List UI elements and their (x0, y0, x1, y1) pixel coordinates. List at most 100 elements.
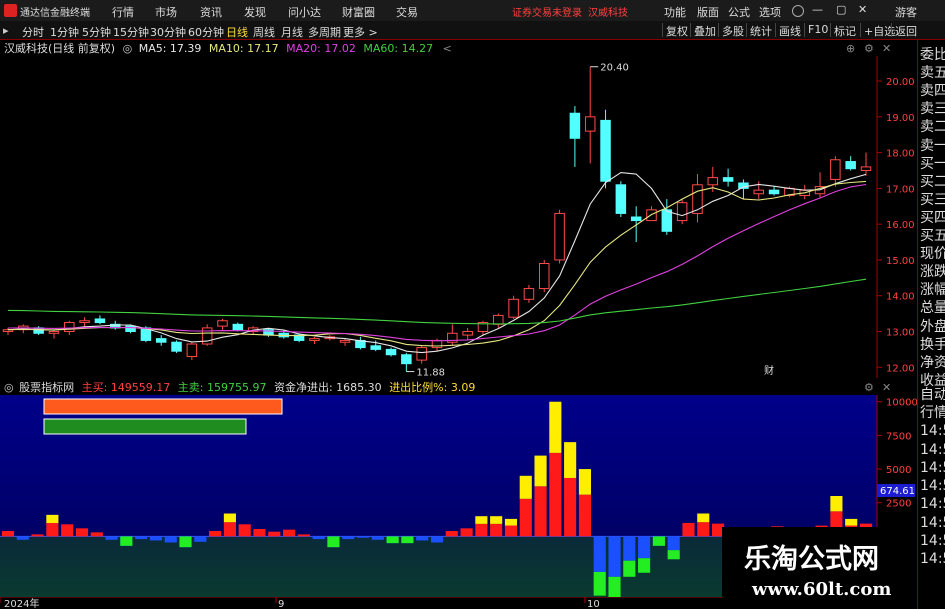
quote-panel-item[interactable]: 换手 (920, 336, 945, 354)
quote-panel-item[interactable]: 卖一 (920, 137, 945, 155)
minimize-icon[interactable]: — (812, 3, 823, 16)
quote-panel-item[interactable]: 14:50 (920, 422, 945, 440)
period-tab-15min[interactable]: 15分钟 (113, 24, 149, 40)
indicator-settings2-icon[interactable]: ⚙ (864, 381, 874, 394)
button-overlay[interactable]: 叠加 (690, 23, 719, 38)
quote-panel-item[interactable]: 买一 (920, 155, 945, 173)
flow-bar-cap (475, 516, 488, 524)
flow-bar (283, 529, 296, 537)
period-tab-intraday[interactable]: 分时 (22, 24, 44, 40)
quote-panel-item[interactable]: 自动 (920, 386, 945, 404)
quote-panel-item[interactable]: 卖五 (920, 64, 945, 82)
quote-panel-item[interactable]: 14:50 (920, 459, 945, 477)
quote-panel-item[interactable]: 行情 (920, 404, 945, 422)
quote-panel-item[interactable]: 买二 (920, 173, 945, 191)
settings-icon[interactable]: ◎ (123, 42, 133, 55)
menu-market-quotes[interactable]: 行情 (112, 4, 134, 20)
ma20-line (7, 183, 867, 342)
period-tab-30min[interactable]: 30分钟 (150, 24, 186, 40)
menu-news[interactable]: 资讯 (200, 4, 222, 20)
ma5-label: MA5: 17.39 (138, 42, 202, 55)
watermark: 乐淘公式网 www.60lt.com (722, 527, 917, 609)
close-icon[interactable]: ✕ (858, 3, 867, 16)
period-tab-1min[interactable]: 1分钟 (50, 24, 79, 40)
flow-bar-cap (504, 518, 518, 526)
y-tick-label: 15.00 (886, 256, 915, 267)
candle-body (217, 320, 228, 327)
period-tab-monthly[interactable]: 月线 (281, 24, 303, 40)
candlestick-chart[interactable]: 20.00 19.00 18.00 17.00 16.00 15.00 14.00 13.00… (0, 56, 917, 378)
flow-bar (549, 452, 562, 537)
quote-panel-item[interactable]: 买三 (920, 191, 945, 209)
quote-panel-item[interactable]: 外盘 (920, 318, 945, 336)
period-tab-multi[interactable]: 多周期 (308, 24, 341, 40)
restore-icon[interactable]: ▢ (836, 3, 846, 16)
flow-bar-cap (564, 442, 577, 478)
menu-market[interactable]: 市场 (155, 4, 177, 20)
chart-zoom-icon[interactable]: ⊕ (846, 42, 855, 55)
flow-bar (75, 528, 89, 537)
quote-panel-item[interactable]: 涨幅 (920, 281, 945, 299)
period-tab-60min[interactable]: 60分钟 (188, 24, 224, 40)
candle-body (370, 345, 381, 350)
quote-panel-item[interactable]: 净资 (920, 354, 945, 372)
flow-bar-cap (608, 576, 621, 597)
login-warning[interactable]: 证券交易未登录 (512, 4, 582, 19)
button-draw[interactable]: 画线 (775, 23, 804, 38)
quote-panel-item[interactable]: 14:50 (920, 550, 945, 568)
y-tick-label: 18.00 (886, 149, 915, 160)
candle-body (860, 166, 872, 171)
button-multi-stock[interactable]: 多股 (718, 23, 747, 38)
quote-panel-item[interactable]: 买五 (920, 227, 945, 245)
flow-bar (223, 522, 236, 537)
quote-panel-item[interactable]: 14:50 (920, 514, 945, 532)
period-tab-more[interactable]: 更多 > (343, 24, 378, 40)
watermark-url: www.60lt.com (752, 579, 892, 600)
button-mark[interactable]: 标记 (830, 23, 859, 38)
quote-panel-item[interactable]: 涨跌 (920, 263, 945, 281)
menu-assistant[interactable]: 问小达 (288, 4, 321, 20)
flow-bar-cap (578, 469, 591, 495)
sell-strength-bar (43, 418, 247, 435)
event-marker[interactable]: 财 (764, 364, 774, 377)
watermark-title: 乐淘公式网 (744, 544, 879, 575)
menu-layout[interactable]: 版面 (697, 4, 719, 20)
collapse-icon[interactable]: < (443, 42, 452, 55)
quote-panel-item[interactable]: 14:50 (920, 441, 945, 459)
button-adjust[interactable]: 复权 (662, 23, 691, 38)
period-tab-daily[interactable]: 日线 (226, 24, 248, 40)
quote-panel-item[interactable]: 委比 (920, 46, 945, 64)
chart-close-icon[interactable]: ✕ (882, 42, 891, 55)
flow-bar (61, 524, 74, 537)
quote-panel-item[interactable]: 14:50 (920, 495, 945, 513)
menu-trade[interactable]: 交易 (396, 4, 418, 20)
chart-settings-icon[interactable]: ⚙ (864, 42, 874, 55)
period-tab-5min[interactable]: 5分钟 (82, 24, 111, 40)
quote-panel-item[interactable]: 卖三 (920, 100, 945, 118)
quote-panel-item[interactable]: 卖二 (920, 118, 945, 136)
button-stats[interactable]: 统计 (746, 23, 775, 38)
quote-panel-item[interactable]: 14:50 (920, 477, 945, 495)
menu-wealth-circle[interactable]: 财富圈 (342, 4, 375, 20)
candle-body (416, 347, 427, 361)
button-back[interactable]: 返回 (891, 23, 920, 38)
user-icon[interactable] (792, 5, 804, 17)
flow-bar-cap (623, 560, 636, 577)
flow-bar (564, 477, 577, 537)
menu-options[interactable]: 选项 (759, 4, 781, 20)
indicator-close-icon[interactable]: ✕ (882, 381, 891, 394)
menu-discover[interactable]: 发现 (244, 4, 266, 20)
period-tab-weekly[interactable]: 周线 (253, 24, 275, 40)
quote-panel-item[interactable]: 14:50 (920, 532, 945, 550)
menu-formula[interactable]: 公式 (728, 4, 750, 20)
guest-label[interactable]: 游客 (895, 4, 917, 20)
quote-panel-item[interactable]: 总量 (920, 299, 945, 317)
indicator-settings-icon[interactable]: ◎ (4, 381, 14, 394)
button-f10[interactable]: F10 (804, 23, 831, 37)
flow-bar (475, 523, 488, 537)
expand-icon[interactable]: ▸ (3, 24, 9, 37)
menu-function[interactable]: 功能 (664, 4, 686, 20)
quote-panel-item[interactable]: 现价 (920, 245, 945, 263)
quote-panel-item[interactable]: 买四 (920, 209, 945, 227)
quote-panel-item[interactable]: 卖四 (920, 82, 945, 100)
